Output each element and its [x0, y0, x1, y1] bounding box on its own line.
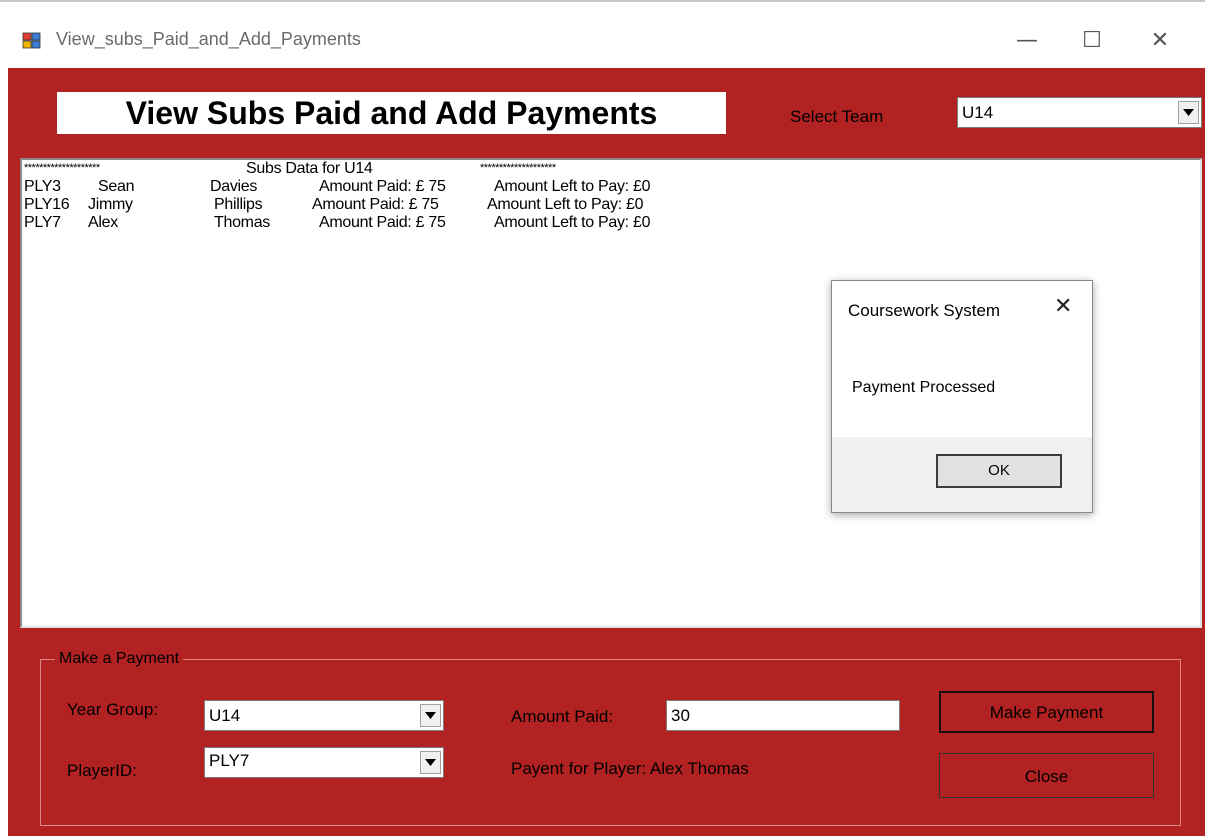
- stars-left: ********************: [24, 162, 100, 174]
- chevron-down-icon[interactable]: [1178, 101, 1199, 124]
- make-payment-button[interactable]: Make Payment: [939, 691, 1154, 733]
- year-group-value: U14: [209, 706, 241, 725]
- amount-paid-label: Amount Paid:: [511, 707, 614, 726]
- row-last-name: Davies: [210, 178, 258, 195]
- player-id-select[interactable]: PLY7: [204, 747, 444, 778]
- app-icon: [22, 32, 42, 50]
- row-amount-paid: Amount Paid: £ 75: [319, 214, 446, 231]
- make-payment-legend: Make a Payment: [55, 650, 184, 668]
- maximize-button[interactable]: ☐: [1077, 26, 1107, 56]
- dialog-footer: OK: [832, 437, 1092, 512]
- dialog-message: Payment Processed: [852, 379, 996, 396]
- year-group-select[interactable]: U14: [204, 700, 444, 731]
- row-player-id: PLY3: [24, 178, 61, 195]
- stars-right: ********************: [480, 162, 556, 174]
- chevron-down-icon[interactable]: [420, 704, 441, 727]
- row-amount-left: Amount Left to Pay: £0: [494, 214, 651, 231]
- payment-for-player-label: Payent for Player: Alex Thomas: [511, 759, 749, 778]
- close-window-button[interactable]: ✕: [1145, 26, 1175, 56]
- subs-data-title: Subs Data for U14: [246, 160, 373, 177]
- make-payment-groupbox: [40, 659, 1181, 826]
- team-select[interactable]: U14: [957, 97, 1202, 128]
- row-player-id: PLY7: [24, 214, 61, 231]
- ok-button[interactable]: OK: [936, 454, 1062, 488]
- team-select-value: U14: [962, 103, 994, 122]
- row-amount-paid: Amount Paid: £ 75: [312, 196, 439, 213]
- dialog-close-icon[interactable]: ✕: [1054, 294, 1072, 319]
- page-heading: View Subs Paid and Add Payments: [57, 92, 726, 134]
- chevron-down-icon[interactable]: [420, 751, 441, 774]
- window-top-border: [0, 0, 1205, 14]
- row-last-name: Phillips: [214, 196, 263, 213]
- amount-paid-input[interactable]: 30: [666, 700, 900, 731]
- row-amount-left: Amount Left to Pay: £0: [487, 196, 644, 213]
- row-first-name: Jimmy: [88, 196, 133, 213]
- close-button[interactable]: Close: [939, 753, 1154, 798]
- row-first-name: Sean: [98, 178, 135, 195]
- row-amount-left: Amount Left to Pay: £0: [494, 178, 651, 195]
- message-dialog: Coursework System ✕ Payment Processed OK: [831, 280, 1093, 513]
- player-id-label: PlayerID:: [67, 761, 137, 780]
- dialog-title: Coursework System: [848, 301, 1001, 320]
- window-title: View_subs_Paid_and_Add_Payments: [56, 29, 361, 49]
- row-amount-paid: Amount Paid: £ 75: [319, 178, 446, 195]
- player-id-value: PLY7: [209, 751, 250, 770]
- row-player-id: PLY16: [24, 196, 70, 213]
- row-first-name: Alex: [88, 214, 118, 231]
- select-team-label: Select Team: [790, 107, 884, 126]
- amount-paid-value: 30: [671, 706, 690, 725]
- minimize-button[interactable]: —: [1012, 26, 1042, 56]
- row-last-name: Thomas: [214, 214, 270, 231]
- year-group-label: Year Group:: [67, 700, 159, 719]
